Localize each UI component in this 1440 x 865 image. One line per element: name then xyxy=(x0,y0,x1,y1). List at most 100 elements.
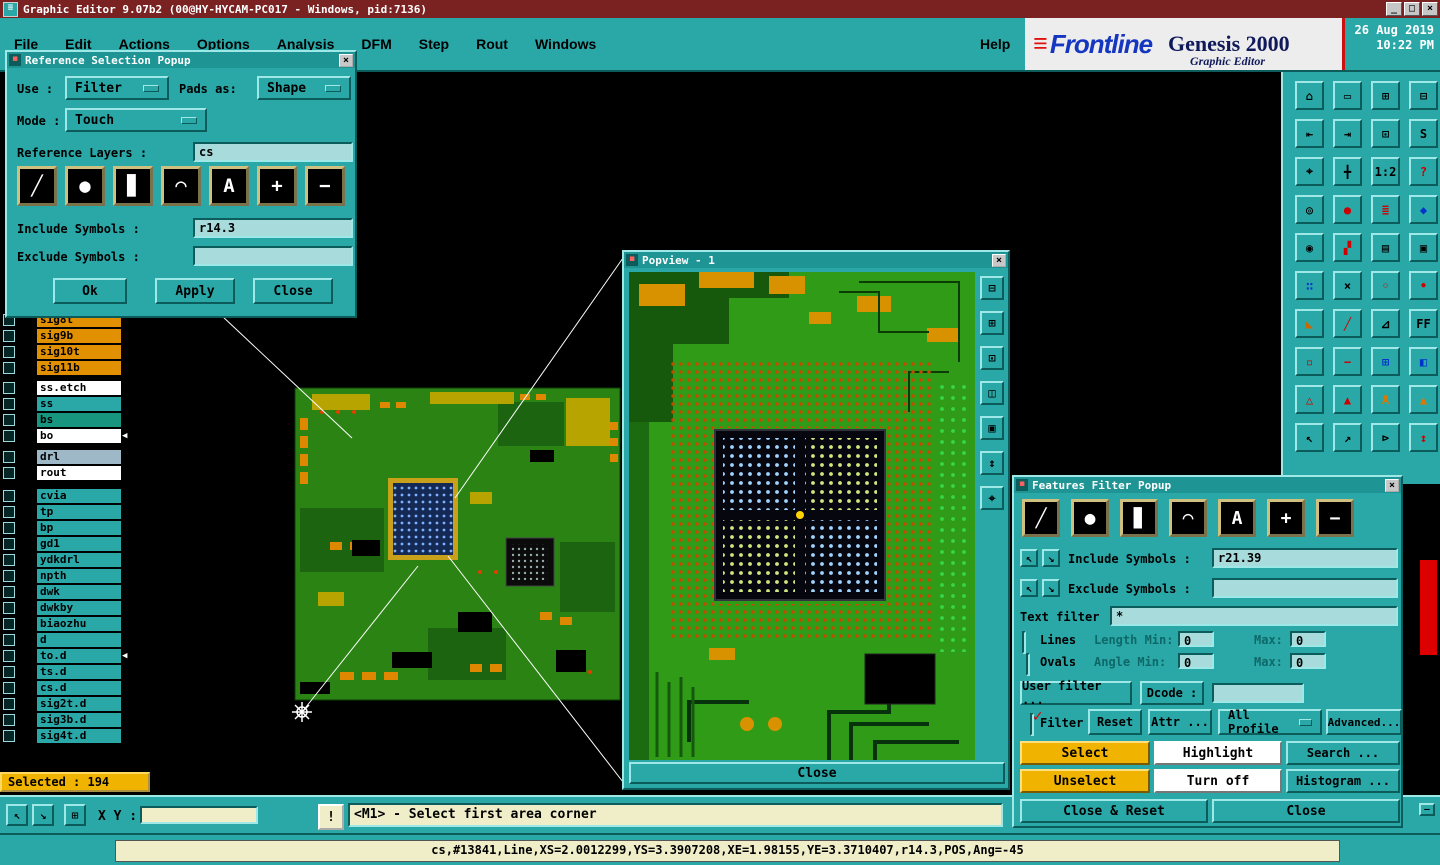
filter-close-button[interactable]: Close xyxy=(1212,799,1400,823)
layer-visibility-checkbox[interactable] xyxy=(3,466,15,479)
layer-row[interactable]: dwkby xyxy=(0,600,130,615)
popview-view-button[interactable]: ⊡ xyxy=(980,346,1004,370)
layer-label[interactable]: drl xyxy=(37,449,121,464)
feature-type-button[interactable]: ╱ xyxy=(17,166,57,206)
layer-visibility-checkbox[interactable] xyxy=(3,381,15,394)
layer-visibility-checkbox[interactable] xyxy=(3,617,15,630)
layer-row[interactable]: bo ◀ xyxy=(0,428,130,443)
close-reset-button[interactable]: Close & Reset xyxy=(1020,799,1208,823)
layer-row[interactable]: d xyxy=(0,632,130,647)
layer-label[interactable]: bo xyxy=(37,428,121,443)
symbol-pick-button[interactable]: ↘ xyxy=(1042,579,1060,597)
layer-visibility-checkbox[interactable] xyxy=(3,585,15,598)
filter-checkbox[interactable]: ✓ xyxy=(1030,709,1044,736)
mode-dropdown[interactable]: Touch xyxy=(65,108,207,132)
reference-popup-titlebar[interactable]: ▪ Reference Selection Popup × xyxy=(7,52,355,68)
pads-as-dropdown[interactable]: Shape xyxy=(257,76,351,100)
layer-row[interactable]: ydkdrl xyxy=(0,552,130,567)
dcode-input[interactable] xyxy=(1212,683,1304,703)
layer-row[interactable]: sig2t.d xyxy=(0,696,130,711)
feature-type-button[interactable]: ◠ xyxy=(161,166,201,206)
layer-label[interactable]: bs xyxy=(37,412,121,427)
palette-tool-button[interactable]: ↗ xyxy=(1333,423,1362,452)
layer-row[interactable]: ss.etch xyxy=(0,380,130,395)
menu-item[interactable]: Rout xyxy=(476,36,508,52)
layer-row[interactable]: sig11b xyxy=(0,360,130,375)
palette-tool-button[interactable]: ▲ xyxy=(1333,385,1362,414)
reference-popup-menu-icon[interactable]: ▪ xyxy=(9,54,21,66)
layer-visibility-checkbox[interactable] xyxy=(3,413,15,426)
layer-row[interactable]: sig10t xyxy=(0,344,130,359)
layer-label[interactable]: ydkdrl xyxy=(37,552,121,567)
palette-tool-button[interactable]: ⊞ xyxy=(1371,347,1400,376)
popview-view-button[interactable]: ⊟ xyxy=(980,276,1004,300)
layer-row[interactable]: cvia xyxy=(0,488,130,503)
grid-toggle-button[interactable]: ⊞ xyxy=(64,804,86,826)
feature-type-button[interactable]: + xyxy=(1267,499,1305,537)
layer-row[interactable]: sig3b.d xyxy=(0,712,130,727)
palette-tool-button[interactable]: △ xyxy=(1295,385,1324,414)
palette-tool-button[interactable]: ⌖ xyxy=(1295,157,1324,186)
advanced-button[interactable]: Advanced... xyxy=(1326,709,1402,735)
length-min-input[interactable]: 0 xyxy=(1178,631,1214,647)
layer-visibility-checkbox[interactable] xyxy=(3,537,15,550)
layer-visibility-checkbox[interactable] xyxy=(3,521,15,534)
layer-label[interactable]: sig11b xyxy=(37,360,121,375)
palette-tool-button[interactable]: ∷ xyxy=(1295,271,1324,300)
layer-label[interactable]: cs.d xyxy=(37,680,121,695)
layer-label[interactable]: dwkby xyxy=(37,600,121,615)
app-icon[interactable]: ≡ xyxy=(3,1,18,17)
menu-item[interactable]: DFM xyxy=(361,36,391,52)
angle-max-input[interactable]: 0 xyxy=(1290,653,1326,669)
palette-tool-button[interactable]: ⇥ xyxy=(1333,119,1362,148)
apply-button[interactable]: Apply xyxy=(155,278,235,304)
palette-tool-button[interactable]: ⊞ xyxy=(1371,81,1400,110)
filter-popup-titlebar[interactable]: ▪ Features Filter Popup × xyxy=(1014,477,1401,493)
layer-label[interactable]: cvia xyxy=(37,488,121,503)
feature-type-button[interactable]: ╱ xyxy=(1022,499,1060,537)
layer-row[interactable]: sig4t.d xyxy=(0,728,130,743)
menu-item[interactable]: Step xyxy=(419,36,449,52)
profile-dropdown[interactable]: All Profile xyxy=(1218,708,1322,736)
filter-exclude-symbols-input[interactable] xyxy=(1212,578,1398,598)
feature-type-button[interactable]: ◠ xyxy=(1169,499,1207,537)
xy-input[interactable] xyxy=(140,806,258,824)
layer-row[interactable]: bs xyxy=(0,412,130,427)
close-button[interactable]: Close xyxy=(253,278,333,304)
layer-row[interactable]: tp xyxy=(0,504,130,519)
symbol-pick-button[interactable]: ↖ xyxy=(1020,579,1038,597)
feature-type-button[interactable]: + xyxy=(257,166,297,206)
feature-type-button[interactable]: ▊ xyxy=(113,166,153,206)
window-control-button[interactable]: _ xyxy=(1386,2,1402,16)
include-symbols-input[interactable]: r14.3 xyxy=(193,218,353,238)
palette-tool-button[interactable]: ▤ xyxy=(1371,233,1400,262)
layer-visibility-checkbox[interactable] xyxy=(3,729,15,742)
layer-row[interactable]: biaozhu xyxy=(0,616,130,631)
popview-close-icon[interactable]: × xyxy=(992,253,1006,267)
layer-row[interactable]: ts.d xyxy=(0,664,130,679)
reset-button[interactable]: Reset xyxy=(1088,709,1142,735)
text-filter-input[interactable]: * xyxy=(1110,606,1398,626)
ovals-checkbox[interactable] xyxy=(1026,653,1030,676)
palette-tool-button[interactable]: ⌂ xyxy=(1295,81,1324,110)
palette-tool-button[interactable]: ≣ xyxy=(1371,195,1400,224)
layer-label[interactable]: ss xyxy=(37,396,121,411)
layer-label[interactable]: sig4t.d xyxy=(37,728,121,743)
palette-tool-button[interactable]: ◧ xyxy=(1409,347,1438,376)
layer-row[interactable]: sig9b xyxy=(0,328,130,343)
palette-tool-button[interactable]: ◉ xyxy=(1295,233,1324,262)
feature-type-button[interactable]: A xyxy=(1218,499,1256,537)
popview-view-button[interactable]: ⌖ xyxy=(980,486,1004,510)
nav-mode-button[interactable]: ↖ xyxy=(6,804,28,826)
layer-visibility-checkbox[interactable] xyxy=(3,665,15,678)
layer-label[interactable]: biaozhu xyxy=(37,616,121,631)
select-button[interactable]: Select xyxy=(1020,741,1150,765)
layer-row[interactable]: gd1 xyxy=(0,536,130,551)
layer-row[interactable]: rout xyxy=(0,465,130,480)
palette-tool-button[interactable]: FF xyxy=(1409,309,1438,338)
feature-type-button[interactable]: − xyxy=(305,166,345,206)
layer-visibility-checkbox[interactable] xyxy=(3,713,15,726)
filter-include-symbols-input[interactable]: r21.39 xyxy=(1212,548,1398,568)
layer-visibility-checkbox[interactable] xyxy=(3,345,15,358)
menu-item-help[interactable]: Help xyxy=(980,36,1010,52)
